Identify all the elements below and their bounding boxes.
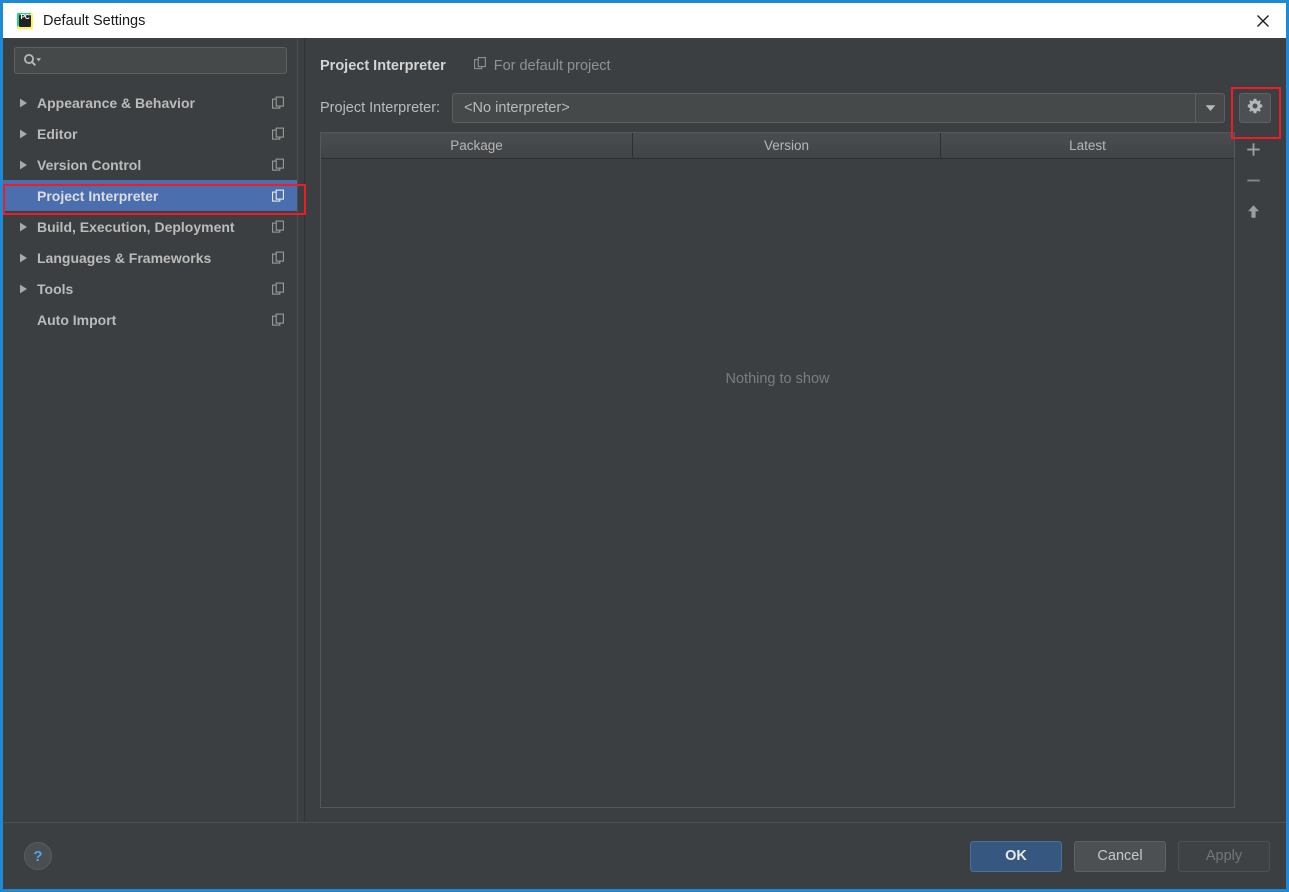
sidebar-item-label: Appearance & Behavior: [37, 94, 195, 111]
chevron-right-icon[interactable]: [19, 98, 37, 108]
search-input[interactable]: [14, 47, 287, 74]
copy-icon[interactable]: [272, 282, 285, 295]
help-button[interactable]: ?: [24, 842, 52, 870]
settings-dialog: PC Default Settings Appearance & Behavio…: [0, 0, 1289, 892]
dialog-footer: ? OK Cancel Apply: [3, 822, 1286, 889]
copy-icon: [473, 56, 487, 75]
copy-icon[interactable]: [272, 96, 285, 109]
column-header-latest[interactable]: Latest: [941, 133, 1234, 158]
chevron-right-icon[interactable]: [19, 129, 37, 139]
interpreter-combobox[interactable]: <No interpreter>: [452, 93, 1225, 123]
minus-icon: [1246, 173, 1261, 193]
packages-toolbar: [1235, 132, 1271, 808]
pycharm-icon: PC: [17, 12, 33, 29]
settings-tree: Appearance & Behavior Editor Version Con…: [3, 87, 297, 822]
scope-indicator: For default project: [473, 56, 611, 75]
sidebar-item-label: Tools: [37, 280, 74, 297]
chevron-right-icon[interactable]: [19, 222, 37, 232]
title-bar: PC Default Settings: [3, 3, 1286, 38]
sidebar-item-label: Languages & Frameworks: [37, 249, 212, 266]
sidebar-item-version-control[interactable]: Version Control: [3, 149, 297, 180]
sidebar-item-build-execution-deployment[interactable]: Build, Execution, Deployment: [3, 211, 297, 242]
copy-icon[interactable]: [272, 158, 285, 171]
sidebar-item-auto-import[interactable]: Auto Import: [3, 304, 297, 335]
sidebar-item-label: Project Interpreter: [37, 187, 159, 204]
sidebar-item-tools[interactable]: Tools: [3, 273, 297, 304]
column-header-version[interactable]: Version: [633, 133, 941, 158]
chevron-right-icon[interactable]: [19, 253, 37, 263]
copy-icon[interactable]: [272, 220, 285, 233]
add-package-button[interactable]: [1238, 136, 1268, 167]
plus-icon: [1246, 142, 1261, 162]
interpreter-label: Project Interpreter:: [320, 100, 441, 116]
interpreter-value: <No interpreter>: [464, 100, 570, 116]
packages-table-header: Package Version Latest: [321, 133, 1234, 159]
scope-label: For default project: [493, 57, 611, 74]
copy-icon[interactable]: [272, 251, 285, 264]
main-panel: Project Interpreter For default project …: [305, 38, 1286, 822]
column-header-package[interactable]: Package: [321, 133, 633, 158]
sidebar-item-label: Version Control: [37, 156, 142, 173]
chevron-right-icon[interactable]: [19, 160, 37, 170]
main-header: Project Interpreter For default project: [320, 38, 1271, 84]
sidebar-item-label: Build, Execution, Deployment: [37, 218, 235, 235]
page-title: Project Interpreter: [320, 57, 446, 74]
copy-icon[interactable]: [272, 127, 285, 140]
sidebar-item-appearance-behavior[interactable]: Appearance & Behavior: [3, 87, 297, 118]
remove-package-button[interactable]: [1238, 167, 1268, 198]
question-mark-icon: ?: [33, 847, 43, 865]
triangle-down-icon: [1205, 99, 1216, 117]
empty-state-message: Nothing to show: [725, 371, 830, 387]
copy-icon[interactable]: [272, 189, 285, 202]
chevron-right-icon[interactable]: [19, 284, 37, 294]
sidebar-item-label: Auto Import: [37, 311, 117, 328]
pycharm-icon-text: PC: [20, 13, 30, 21]
sidebar-item-label: Editor: [37, 125, 78, 142]
interpreter-row: Project Interpreter: <No interpreter>: [320, 84, 1271, 132]
packages-table-body: Nothing to show: [321, 159, 1234, 807]
apply-button: Apply: [1178, 840, 1270, 872]
sidebar-item-editor[interactable]: Editor: [3, 118, 297, 149]
interpreter-dropdown-arrow[interactable]: [1195, 94, 1224, 122]
copy-icon[interactable]: [272, 313, 285, 326]
close-button[interactable]: [1240, 3, 1286, 38]
settings-sidebar: Appearance & Behavior Editor Version Con…: [3, 38, 297, 822]
cancel-button[interactable]: Cancel: [1074, 840, 1166, 872]
window-title: Default Settings: [43, 12, 146, 29]
sidebar-item-languages-frameworks[interactable]: Languages & Frameworks: [3, 242, 297, 273]
arrow-up-icon: [1246, 204, 1261, 224]
search-icon: [23, 53, 42, 68]
packages-area: Package Version Latest Nothing to show: [320, 132, 1271, 822]
search-wrapper: [3, 38, 297, 74]
sidebar-splitter[interactable]: [297, 38, 305, 822]
upgrade-package-button[interactable]: [1238, 198, 1268, 229]
gear-icon: [1247, 98, 1263, 119]
ok-button[interactable]: OK: [970, 840, 1062, 872]
sidebar-item-project-interpreter[interactable]: Project Interpreter: [3, 180, 297, 211]
dialog-body: Appearance & Behavior Editor Version Con…: [3, 38, 1286, 822]
close-icon: [1257, 14, 1269, 27]
packages-table: Package Version Latest Nothing to show: [320, 132, 1235, 808]
interpreter-settings-button[interactable]: [1239, 93, 1271, 123]
